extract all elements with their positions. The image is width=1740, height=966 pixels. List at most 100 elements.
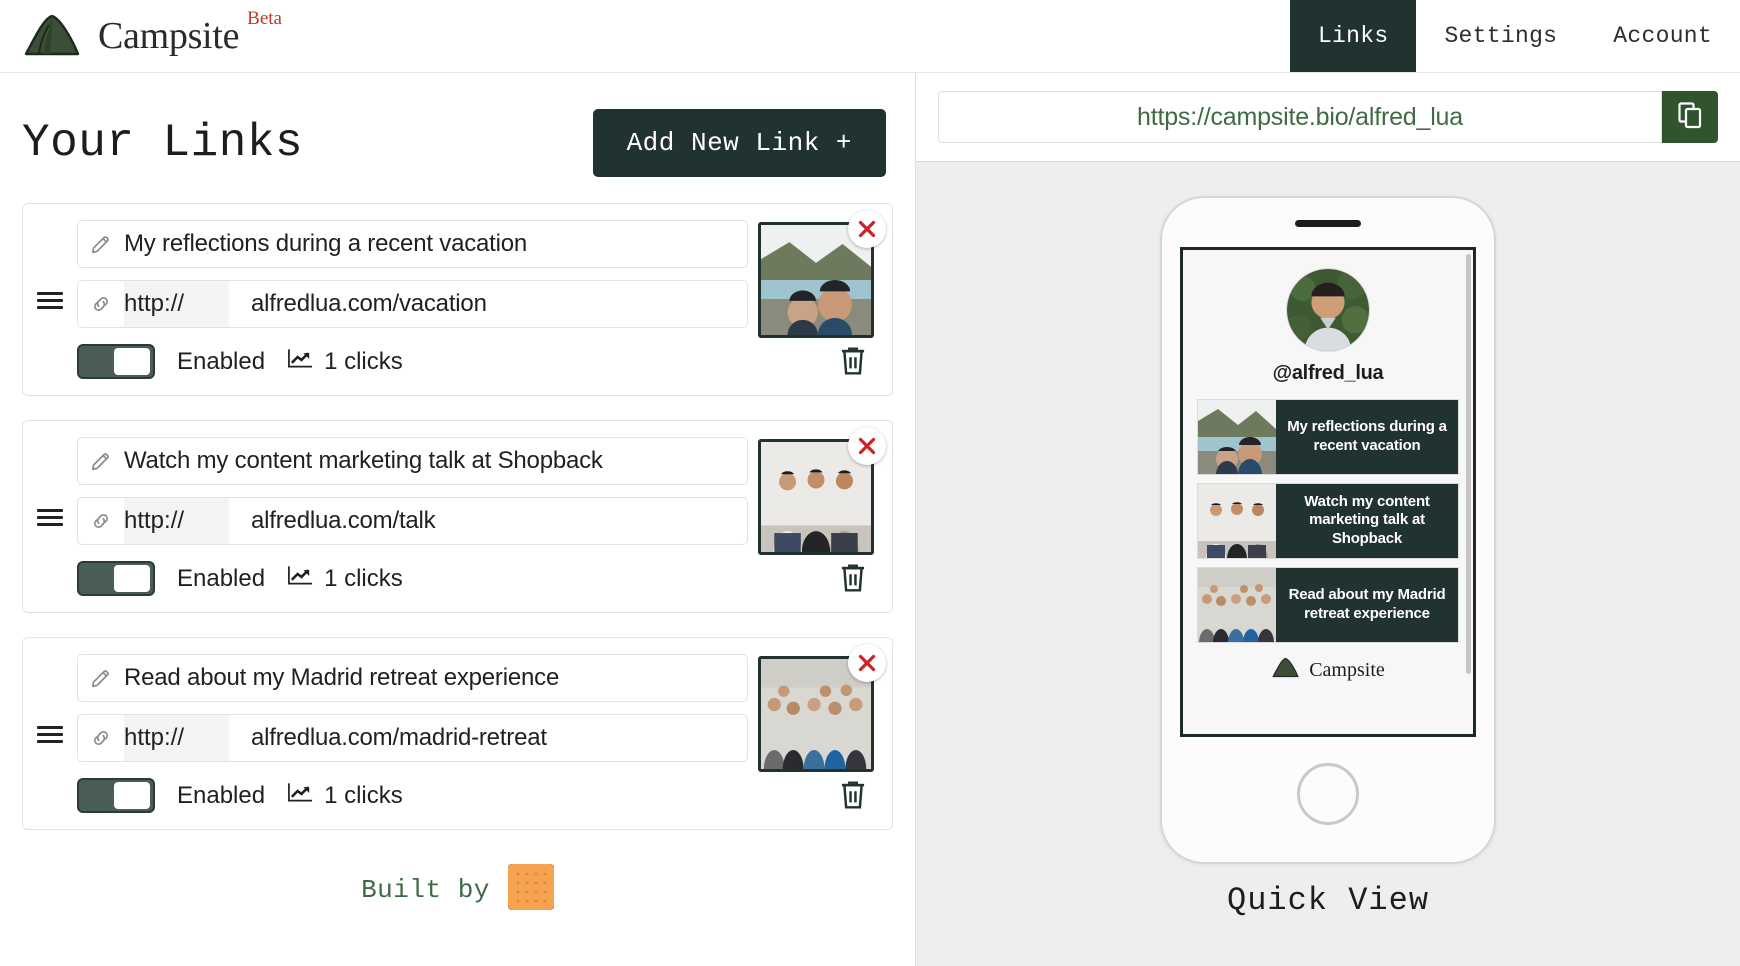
link-chain-icon bbox=[78, 498, 124, 544]
enable-toggle-label: Enabled bbox=[177, 564, 266, 592]
nav-item-account[interactable]: Account bbox=[1585, 0, 1740, 72]
clicks-count-label: 1 clicks bbox=[324, 781, 403, 809]
chart-icon bbox=[287, 781, 314, 810]
link-chain-icon bbox=[78, 281, 124, 327]
link-meta-row: Enabled 1 clicks bbox=[77, 774, 748, 813]
link-thumbnail-wrap bbox=[758, 427, 886, 555]
enable-toggle[interactable] bbox=[77, 561, 155, 596]
preview-scrollbar[interactable] bbox=[1466, 253, 1471, 674]
clicks-stat: 1 clicks bbox=[287, 781, 403, 810]
link-title-value: Read about my Madrid retreat experience bbox=[124, 664, 560, 691]
link-card: Read about my Madrid retreat experience … bbox=[22, 637, 893, 830]
link-title-input[interactable]: Read about my Madrid retreat experience bbox=[77, 654, 748, 702]
tent-icon bbox=[22, 13, 84, 59]
preview-link-title: My reflections during a recent vacation bbox=[1287, 417, 1447, 454]
link-url-value: alfredlua.com/vacation bbox=[251, 290, 487, 317]
phone-speaker bbox=[1295, 219, 1361, 227]
beta-badge: Beta bbox=[247, 8, 282, 29]
preview-link-card[interactable]: Watch my content marketing talk at Shopb… bbox=[1197, 482, 1459, 559]
brand: Campsite Beta bbox=[0, 0, 282, 72]
link-meta-row: Enabled 1 clicks bbox=[77, 557, 748, 596]
app-header: Campsite Beta Links Settings Account bbox=[0, 0, 1740, 73]
enable-toggle[interactable] bbox=[77, 778, 155, 813]
preview-link-title: Watch my content marketing talk at Shopb… bbox=[1304, 492, 1430, 547]
phone-preview: @alfred_lua My reflections during a rece… bbox=[916, 162, 1740, 966]
link-url-value: alfredlua.com/talk bbox=[251, 507, 436, 534]
nav-item-settings[interactable]: Settings bbox=[1416, 0, 1585, 72]
delete-link-icon[interactable] bbox=[838, 345, 868, 377]
preview-link-title: Read about my Madrid retreat experience bbox=[1288, 585, 1446, 622]
link-card: Watch my content marketing talk at Shopb… bbox=[22, 420, 893, 613]
preview-footer-brand: Campsite bbox=[1271, 657, 1385, 685]
link-title-input[interactable]: My reflections during a recent vacation bbox=[77, 220, 748, 268]
link-meta-row: Enabled 1 clicks bbox=[77, 340, 748, 379]
link-title-value: My reflections during a recent vacation bbox=[124, 230, 528, 257]
add-new-link-button[interactable]: Add New Link + bbox=[592, 109, 886, 177]
enable-toggle-label: Enabled bbox=[177, 781, 266, 809]
preview-panel: https://campsite.bio/alfred_lua @alfred_… bbox=[915, 73, 1740, 966]
links-panel: Your Links Add New Link + My reflections… bbox=[0, 73, 915, 966]
page-body: Your Links Add New Link + My reflections… bbox=[0, 73, 1740, 966]
pencil-icon bbox=[78, 221, 124, 267]
phone-home-button bbox=[1297, 762, 1359, 825]
url-protocol-prefix: http:// bbox=[124, 498, 229, 544]
remove-thumbnail-icon[interactable] bbox=[848, 210, 886, 248]
built-by-label: Built by bbox=[361, 874, 490, 905]
drag-handle-icon[interactable] bbox=[33, 724, 67, 743]
clicks-stat: 1 clicks bbox=[287, 347, 403, 376]
preview-footer-brand-label: Campsite bbox=[1309, 659, 1385, 681]
remove-thumbnail-icon[interactable] bbox=[848, 644, 886, 682]
preview-link-thumbnail bbox=[1198, 483, 1276, 558]
links-header-row: Your Links Add New Link + bbox=[22, 73, 893, 203]
preview-content: @alfred_lua My reflections during a rece… bbox=[1183, 250, 1473, 685]
pencil-icon bbox=[78, 655, 124, 701]
link-chain-icon bbox=[78, 715, 124, 761]
preview-link-card[interactable]: Read about my Madrid retreat experience bbox=[1197, 566, 1459, 643]
public-url-value[interactable]: https://campsite.bio/alfred_lua bbox=[938, 91, 1662, 143]
links-list: My reflections during a recent vacation … bbox=[22, 203, 893, 830]
main-nav: Links Settings Account bbox=[1289, 0, 1740, 72]
link-card-fields: My reflections during a recent vacation … bbox=[77, 220, 748, 379]
link-card: My reflections during a recent vacation … bbox=[22, 203, 893, 396]
phone-mockup: @alfred_lua My reflections during a rece… bbox=[1160, 195, 1496, 864]
enable-toggle-label: Enabled bbox=[177, 347, 266, 375]
url-protocol-prefix: http:// bbox=[124, 715, 229, 761]
url-protocol-prefix: http:// bbox=[124, 281, 229, 327]
drag-handle-icon[interactable] bbox=[33, 507, 67, 526]
brand-name: Campsite bbox=[98, 15, 240, 57]
link-title-value: Watch my content marketing talk at Shopb… bbox=[124, 447, 603, 474]
clicks-stat: 1 clicks bbox=[287, 564, 403, 593]
link-url-input[interactable]: http:// alfredlua.com/madrid-retreat bbox=[77, 714, 748, 762]
pencil-icon bbox=[78, 438, 124, 484]
public-url-bar: https://campsite.bio/alfred_lua bbox=[916, 73, 1740, 162]
delete-link-icon[interactable] bbox=[838, 562, 868, 594]
chart-icon bbox=[287, 564, 314, 593]
nav-item-links[interactable]: Links bbox=[1289, 0, 1417, 72]
preview-link-thumbnail bbox=[1198, 567, 1276, 642]
link-card-fields: Read about my Madrid retreat experience … bbox=[77, 654, 748, 813]
cracker-logo-icon[interactable] bbox=[507, 864, 554, 915]
link-url-input[interactable]: http:// alfredlua.com/vacation bbox=[77, 280, 748, 328]
link-url-input[interactable]: http:// alfredlua.com/talk bbox=[77, 497, 748, 545]
clicks-count-label: 1 clicks bbox=[324, 347, 403, 375]
link-url-value: alfredlua.com/madrid-retreat bbox=[251, 724, 547, 751]
built-by-footer: Built by bbox=[22, 864, 893, 915]
page-title: Your Links bbox=[22, 117, 304, 169]
link-title-input[interactable]: Watch my content marketing talk at Shopb… bbox=[77, 437, 748, 485]
link-thumbnail-wrap bbox=[758, 210, 886, 338]
profile-handle: @alfred_lua bbox=[1272, 361, 1384, 384]
chart-icon bbox=[287, 347, 314, 376]
copy-icon bbox=[1677, 101, 1703, 134]
link-card-fields: Watch my content marketing talk at Shopb… bbox=[77, 437, 748, 596]
app-root: Campsite Beta Links Settings Account You… bbox=[0, 0, 1740, 966]
remove-thumbnail-icon[interactable] bbox=[848, 427, 886, 465]
preview-link-card[interactable]: My reflections during a recent vacation bbox=[1197, 398, 1459, 475]
avatar bbox=[1286, 267, 1370, 352]
drag-handle-icon[interactable] bbox=[33, 290, 67, 309]
enable-toggle[interactable] bbox=[77, 344, 155, 379]
clicks-count-label: 1 clicks bbox=[324, 564, 403, 592]
link-thumbnail-wrap bbox=[758, 644, 886, 772]
copy-url-button[interactable] bbox=[1662, 91, 1718, 143]
delete-link-icon[interactable] bbox=[838, 779, 868, 811]
preview-link-thumbnail bbox=[1198, 399, 1276, 474]
